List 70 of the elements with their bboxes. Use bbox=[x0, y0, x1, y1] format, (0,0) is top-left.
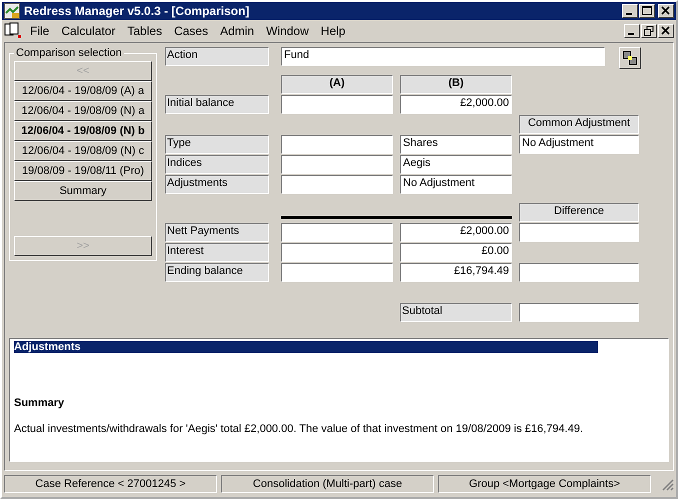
menu-item[interactable]: Cases bbox=[174, 24, 208, 38]
field-label: Ending balance bbox=[165, 263, 269, 282]
compare-button[interactable] bbox=[619, 47, 641, 69]
value-field[interactable]: £2,000.00 bbox=[400, 223, 512, 242]
maximize-icon bbox=[642, 6, 652, 16]
menu-item[interactable]: Help bbox=[320, 24, 346, 38]
action-field[interactable]: Fund bbox=[281, 47, 605, 66]
close-button[interactable] bbox=[658, 4, 674, 18]
field-label: Interest bbox=[165, 243, 269, 262]
selected-heading[interactable]: Adjustments bbox=[14, 341, 598, 353]
maximize-button[interactable] bbox=[639, 4, 655, 18]
minimize-button[interactable] bbox=[624, 24, 640, 38]
field-label: Action bbox=[165, 47, 269, 66]
menu-item[interactable]: File bbox=[30, 24, 50, 38]
difference-field[interactable] bbox=[519, 223, 639, 242]
field-label: Nett Payments bbox=[165, 223, 269, 242]
value-field[interactable] bbox=[281, 243, 393, 262]
summary-text: Actual investments/withdrawals for 'Aegis' total £2,000.00. The value of that investment on 19/08/2009 is £16,794.49. bbox=[14, 423, 584, 435]
field-label: Indices bbox=[165, 155, 269, 174]
close-button[interactable] bbox=[658, 24, 674, 38]
column-header: (B) bbox=[400, 75, 512, 94]
comparison-item[interactable]: 12/06/04 - 19/08/09 (N) a bbox=[14, 101, 152, 121]
app-icon bbox=[4, 3, 20, 19]
comparison-item[interactable]: 12/06/04 - 19/08/09 (A) a bbox=[14, 81, 152, 101]
column-header: Common Adjustment bbox=[519, 115, 639, 134]
value-field[interactable] bbox=[281, 155, 393, 174]
comparison-item[interactable]: 12/06/04 - 19/08/09 (N) c bbox=[14, 141, 152, 161]
windows-icon bbox=[623, 51, 637, 65]
restore-button[interactable] bbox=[641, 24, 657, 38]
value-field[interactable] bbox=[281, 95, 393, 114]
value-field[interactable]: £16,794.49 bbox=[400, 263, 512, 282]
summary-heading: Summary bbox=[14, 397, 66, 409]
comparison-item[interactable]: Summary bbox=[14, 181, 152, 201]
column-header: (A) bbox=[281, 75, 393, 94]
value-field[interactable]: No Adjustment bbox=[400, 175, 512, 194]
group-title: Comparison selection bbox=[15, 47, 123, 59]
comparison-item[interactable]: 12/06/04 - 19/08/09 (N) b bbox=[14, 121, 152, 141]
value-field[interactable] bbox=[281, 175, 393, 194]
status-panel: Case Reference < 27001245 > bbox=[4, 475, 217, 493]
status-panel: Group <Mortgage Complaints> bbox=[438, 475, 651, 493]
value-field[interactable] bbox=[281, 135, 393, 154]
menu-item[interactable]: Tables bbox=[127, 24, 162, 38]
value-field[interactable]: Aegis bbox=[400, 155, 512, 174]
common-adjustment-field[interactable]: No Adjustment bbox=[519, 135, 639, 154]
value-field[interactable]: Shares bbox=[400, 135, 512, 154]
value-field[interactable] bbox=[281, 263, 393, 282]
value-field[interactable]: £0.00 bbox=[400, 243, 512, 262]
menu-item[interactable]: Window bbox=[266, 24, 309, 38]
subtotal-field[interactable] bbox=[519, 303, 639, 322]
field-label: Initial balance bbox=[165, 95, 269, 114]
close-icon bbox=[661, 26, 671, 36]
minimize-button[interactable] bbox=[622, 4, 638, 18]
field-label: Type bbox=[165, 135, 269, 154]
menu-item[interactable]: Calculator bbox=[61, 24, 116, 38]
restore-icon bbox=[644, 26, 654, 36]
field-label: Subtotal bbox=[400, 303, 512, 322]
window-title: Redress Manager v5.0.3 - [Comparison] bbox=[24, 4, 250, 18]
menu-item[interactable]: Admin bbox=[220, 24, 254, 38]
value-field[interactable] bbox=[281, 223, 393, 242]
resize-grip-icon[interactable] bbox=[660, 477, 674, 491]
document-icon[interactable] bbox=[4, 22, 24, 40]
minimize-icon bbox=[628, 33, 634, 35]
value-field[interactable]: £2,000.00 bbox=[400, 95, 512, 114]
difference-field[interactable] bbox=[519, 263, 639, 282]
field-label: Adjustments bbox=[165, 175, 269, 194]
status-panel: Consolidation (Multi-part) case bbox=[221, 475, 434, 493]
close-icon bbox=[661, 6, 671, 16]
column-header: Difference bbox=[519, 203, 639, 222]
minimize-icon bbox=[626, 13, 632, 15]
comparison-item[interactable]: 19/08/09 - 19/08/11 (Pro) bbox=[14, 161, 152, 181]
